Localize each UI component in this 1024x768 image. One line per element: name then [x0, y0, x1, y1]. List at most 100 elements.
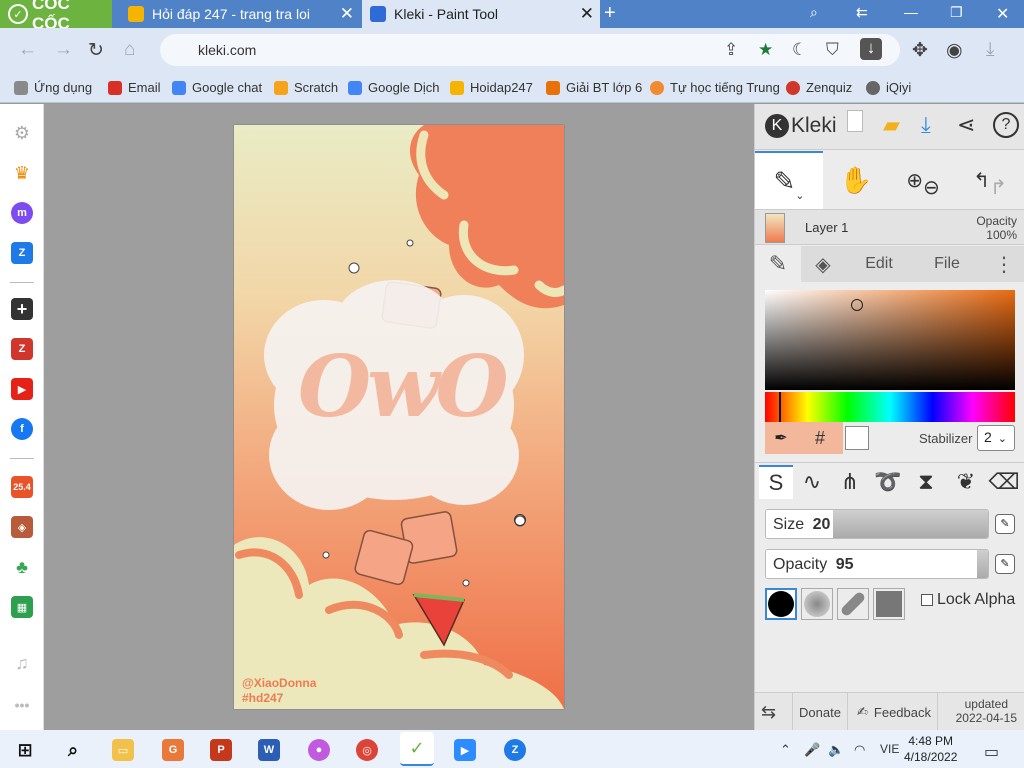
wifi-icon[interactable]: ◠ [854, 742, 865, 758]
shopee-icon[interactable]: 25.4 [11, 476, 33, 498]
downloads-icon[interactable]: ⤓ [986, 39, 994, 61]
bookmark-email[interactable]: Email [108, 80, 161, 95]
zoom-buttons[interactable]: ⊕ ⊖ [891, 151, 955, 209]
zoom-app-icon[interactable]: ▶ [454, 739, 476, 761]
redo-icon[interactable]: ↱ [990, 175, 1007, 200]
hue-slider[interactable] [765, 392, 1015, 422]
round-shape-button[interactable] [765, 588, 797, 620]
opacity-pressure-toggle[interactable]: ✎ [995, 554, 1015, 574]
brush-tool-button[interactable]: ✎ ⌄ [755, 151, 823, 209]
settings-gear-icon[interactable]: ⚙ [11, 122, 33, 144]
search-icon[interactable]: ⌕ [62, 739, 84, 761]
checkbox-icon[interactable] [921, 594, 933, 606]
hex-input-button[interactable]: # [797, 422, 843, 454]
pen-brush-icon[interactable]: S [759, 465, 793, 499]
home-icon[interactable]: ⌂ [124, 39, 135, 61]
pixel-brush-icon[interactable]: ⧗ [909, 465, 943, 499]
bookmark-hoidap247[interactable]: Hoidap247 [450, 80, 533, 95]
tab-edit[interactable]: Edit [847, 246, 911, 282]
hand-tool-button[interactable]: ✋ [825, 151, 887, 209]
bookmark-scratch[interactable]: Scratch [274, 80, 338, 95]
add-plus-icon[interactable]: + [11, 298, 33, 320]
stabilizer-select[interactable]: 2 ⌄ [977, 425, 1015, 451]
lasso-brush-icon[interactable]: ➰ [871, 465, 905, 499]
download-video-icon[interactable]: ↓ [860, 38, 882, 60]
dark-mode-moon-icon[interactable]: ☾ [792, 40, 807, 60]
windows-start-icon[interactable]: ⊞ [14, 739, 36, 761]
forward-arrow-icon[interactable]: → [54, 39, 73, 61]
language-indicator[interactable]: VIE [880, 742, 899, 756]
artwork-canvas[interactable]: OwO @XiaoDonna #hd247 [234, 125, 564, 709]
youtube-icon[interactable]: ▶ [11, 378, 33, 400]
powerpoint-icon[interactable]: P [210, 739, 232, 761]
color-picker-cursor[interactable] [851, 299, 863, 311]
close-tab-icon[interactable]: ✕ [340, 4, 354, 24]
sketchy-brush-icon[interactable]: ⋔ [833, 465, 867, 499]
save-download-icon[interactable]: ⤓ [921, 112, 931, 138]
address-bar[interactable]: kleki.com ⇪ ★ ☾ ⛉ ↓ [160, 34, 900, 544]
reload-icon[interactable]: ↻ [88, 39, 104, 62]
new-tab-plus-icon[interactable]: + [604, 2, 616, 25]
zalo-taskbar-icon[interactable]: Z [504, 739, 526, 761]
tray-chevron-up-icon[interactable]: ⌃ [780, 742, 791, 758]
sheets-icon[interactable]: ▦ [11, 596, 33, 618]
back-arrow-icon[interactable]: ← [18, 39, 37, 61]
swap-side-icon[interactable]: ⇆ [755, 693, 793, 731]
kleki-logo[interactable]: K Kleki [765, 114, 837, 138]
coccoc-brand[interactable]: ✓ CỐC CỐC [0, 0, 112, 33]
restore-icon[interactable]: ❐ [950, 4, 963, 21]
tab-file[interactable]: File [915, 246, 979, 282]
blend-brush-icon[interactable]: ∿ [795, 465, 829, 499]
color-drop-icon[interactable]: ● [308, 739, 330, 761]
donate-button[interactable]: Donate [793, 693, 848, 731]
color-picker-sv[interactable] [765, 290, 1015, 390]
zenquiz-sidebar-icon[interactable]: Z [11, 338, 33, 360]
crown-icon[interactable]: ♛ [11, 162, 33, 184]
bookmark-iqiyi[interactable]: iQiyi [866, 80, 911, 95]
shield-icon[interactable]: ⛉ [826, 40, 839, 60]
bookmark-google-dich[interactable]: Google Dịch [348, 80, 440, 95]
bookmark-star-icon[interactable]: ★ [758, 40, 773, 60]
current-color-swatch[interactable] [845, 426, 869, 450]
game-avatar-icon[interactable]: ◈ [11, 516, 33, 538]
undo-redo-buttons[interactable]: ↰ ↱ [959, 151, 1021, 209]
file-explorer-icon[interactable]: ▭ [112, 739, 134, 761]
chrome-icon[interactable]: ◎ [356, 739, 378, 761]
bookmark-google-chat[interactable]: Google chat [172, 80, 262, 95]
zalo-icon[interactable]: Z [11, 242, 33, 264]
share-icon[interactable]: ⇪ [724, 40, 738, 60]
undo-icon[interactable]: ↰ [973, 168, 990, 193]
app-g-icon[interactable]: G [162, 739, 184, 761]
active-layer[interactable]: Layer 1 Opacity 100% [755, 209, 1024, 245]
close-tab-icon[interactable]: ✕ [580, 4, 594, 24]
minimize-icon[interactable]: — [904, 4, 918, 20]
messenger-icon[interactable]: m [11, 202, 33, 224]
new-file-icon[interactable] [847, 110, 863, 132]
chisel-shape-button[interactable] [837, 588, 869, 620]
word-icon[interactable]: W [258, 739, 280, 761]
profile-icon[interactable]: ◉ [946, 39, 963, 62]
microphone-icon[interactable]: 🎤 [804, 742, 820, 758]
size-pressure-toggle[interactable]: ✎ [995, 514, 1015, 534]
tab-layers[interactable]: ◈ [801, 246, 845, 282]
lollipop-icon[interactable]: ♣ [11, 556, 33, 578]
tab-hoidap247[interactable]: Hỏi đáp 247 - trang tra loi ✕ [120, 0, 360, 28]
lock-alpha-checkbox[interactable]: Lock Alpha [921, 591, 1015, 609]
bell-icon[interactable]: ♫ [11, 652, 33, 674]
volume-icon[interactable]: 🔈 [828, 742, 844, 758]
coccoc-taskbar-icon[interactable]: ✓ [400, 732, 434, 766]
soft-shape-button[interactable] [801, 588, 833, 620]
sidebar-toggle-icon[interactable]: ⇇ [856, 4, 868, 21]
bookmark-giai-bt[interactable]: Giải BT lớp 6 [546, 80, 642, 95]
hue-marker[interactable] [779, 392, 781, 422]
square-shape-button[interactable] [873, 588, 905, 620]
extensions-puzzle-icon[interactable]: ✥ [912, 39, 928, 62]
close-window-icon[interactable]: ✕ [996, 4, 1009, 24]
eraser-icon[interactable]: ⌫ [987, 465, 1021, 499]
feedback-button[interactable]: ✍ Feedback [851, 693, 938, 731]
screenshot-icon[interactable]: ⌕ [810, 4, 818, 21]
more-dots-icon[interactable]: ••• [11, 694, 33, 716]
bookmark-tu-hoc-tieng-trung[interactable]: Tự học tiếng Trung [650, 80, 780, 95]
notifications-icon[interactable]: ▭ [984, 742, 999, 762]
facebook-icon[interactable]: f [11, 418, 33, 440]
